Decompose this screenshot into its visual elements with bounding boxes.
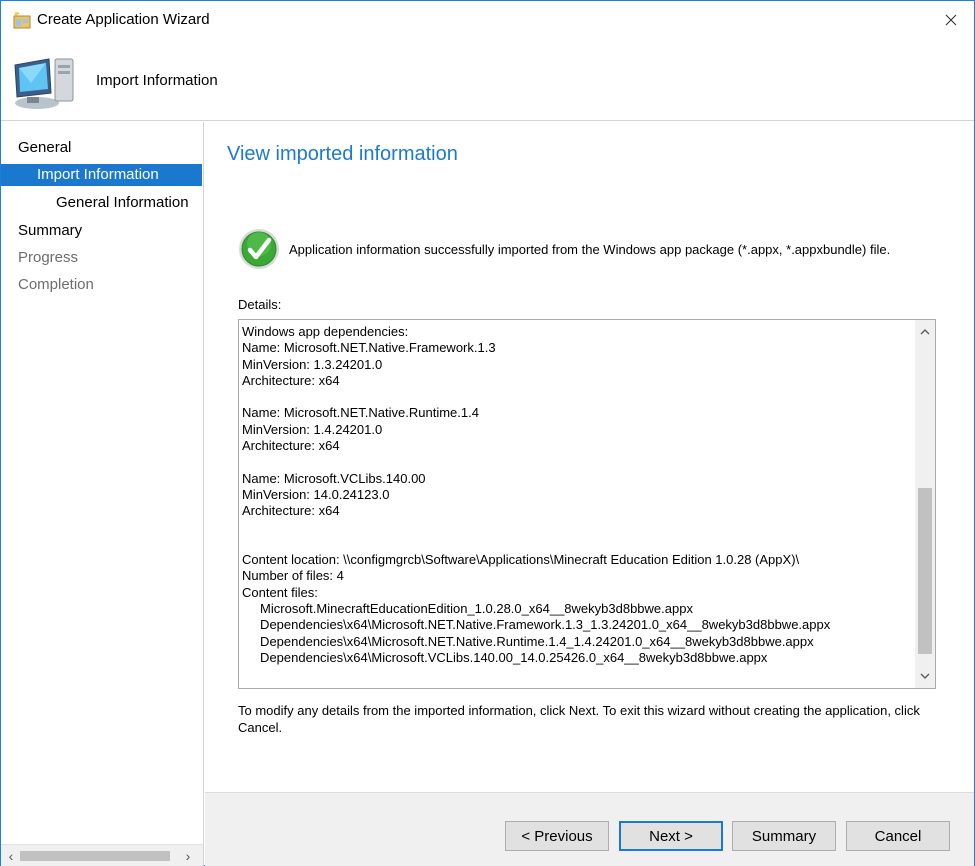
instruction-note: To modify any details from the imported … [238,703,920,735]
scroll-right-icon[interactable]: › [181,848,195,864]
nav-step-general[interactable]: General [1,137,202,159]
chevron-up-icon [920,329,930,335]
scroll-down-button[interactable] [915,666,935,686]
nav-step-general-information[interactable]: General Information [1,192,202,214]
scroll-up-button[interactable] [915,322,935,342]
wizard-window: Create Application Wizard Import Informa… [0,0,975,866]
wizard-button-bar: < Previous Next > Summary Cancel [205,792,974,866]
details-label: Details: [238,297,282,312]
success-check-icon [239,229,279,269]
wizard-header: Import Information [1,39,974,121]
title-bar: Create Application Wizard [1,1,974,39]
nav-step-summary[interactable]: Summary [1,220,202,242]
cancel-button[interactable]: Cancel [846,821,950,851]
main-content: View imported information Application in… [205,122,974,792]
scroll-left-icon[interactable]: ‹ [4,848,18,864]
import-success-message: Application information successfully imp… [289,242,891,257]
details-scroll-thumb[interactable] [918,488,932,654]
computer-icon [14,58,74,109]
app-wizard-icon [13,12,31,29]
previous-button[interactable]: < Previous [505,821,609,851]
nav-step-completion: Completion [18,276,94,293]
close-icon [945,14,957,26]
details-vertical-scrollbar[interactable] [915,320,935,688]
header-title: Import Information [96,72,218,89]
nav-step-import-information[interactable]: Import Information [1,164,202,186]
details-text: Windows app dependencies: Name: Microsof… [242,324,831,665]
page-title: View imported information [227,143,458,165]
nav-horizontal-scrollbar[interactable]: ‹ › [1,844,203,866]
summary-button[interactable]: Summary [732,821,836,851]
nav-scroll-thumb[interactable] [20,851,170,861]
window-title: Create Application Wizard [37,11,210,28]
wizard-step-nav: General Import Information General Infor… [1,122,204,866]
details-textbox[interactable]: Windows app dependencies: Name: Microsof… [238,319,936,689]
nav-step-progress: Progress [18,249,79,266]
close-button[interactable] [928,1,974,39]
next-button[interactable]: Next > [619,821,723,851]
chevron-down-icon [920,673,930,679]
